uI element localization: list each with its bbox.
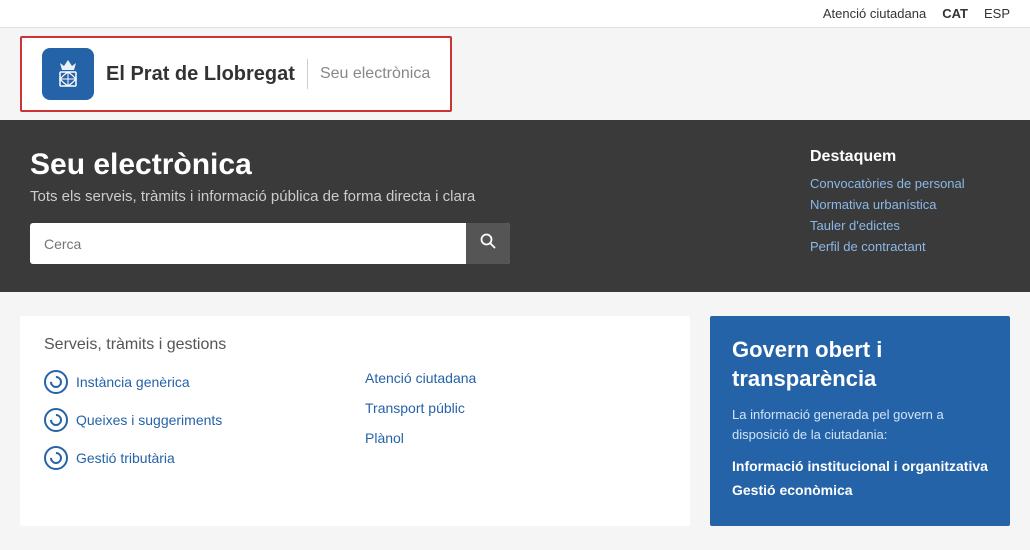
search-bar	[30, 223, 510, 264]
govern-link-0[interactable]: Informació institucional i organitzativa	[732, 458, 988, 474]
services-box: Serveis, tràmits i gestions Instància ge…	[20, 316, 690, 526]
city-name: El Prat de Llobregat	[106, 63, 295, 86]
circle-arrow-icon-0	[44, 370, 68, 394]
govern-box: Govern obert i transparència La informac…	[710, 316, 1010, 526]
service-item-2: Gestió tributària	[44, 446, 345, 470]
search-input[interactable]	[30, 226, 466, 262]
top-navigation: Atenció ciutadana CAT ESP	[0, 0, 1030, 28]
lang-esp[interactable]: ESP	[984, 6, 1010, 21]
service-link-1[interactable]: Queixes i suggeriments	[76, 412, 222, 428]
services-heading: Serveis, tràmits i gestions	[44, 336, 666, 354]
seu-label: Seu electrònica	[320, 65, 430, 83]
destaquem-link-2[interactable]: Tauler d'edictes	[810, 218, 1000, 233]
service-link-2[interactable]: Gestió tributària	[76, 450, 175, 466]
circle-arrow-icon-1	[44, 408, 68, 432]
logo-divider	[307, 59, 308, 89]
hero-subtitle: Tots els serveis, tràmits i informació p…	[30, 188, 780, 205]
search-button[interactable]	[466, 223, 510, 264]
services-left-col: Instància genèrica Queixes i suggeriment…	[44, 370, 345, 484]
govern-link-1[interactable]: Gestió econòmica	[732, 482, 988, 498]
hero-left: Seu electrònica Tots els serveis, tràmit…	[30, 148, 780, 264]
right-link-1[interactable]: Transport públic	[365, 400, 666, 416]
search-icon	[480, 233, 496, 249]
right-link-2[interactable]: Plànol	[365, 430, 666, 446]
right-link-0[interactable]: Atenció ciutadana	[365, 370, 666, 386]
destaquem-link-3[interactable]: Perfil de contractant	[810, 239, 1000, 254]
header-logo-bar: El Prat de Llobregat Seu electrònica	[20, 36, 452, 112]
govern-title: Govern obert i transparència	[732, 336, 988, 393]
service-item-1: Queixes i suggeriments	[44, 408, 345, 432]
service-link-0[interactable]: Instància genèrica	[76, 374, 190, 390]
govern-description: La informació generada pel govern a disp…	[732, 405, 988, 444]
city-logo-icon	[42, 48, 94, 100]
circle-arrow-icon-2	[44, 446, 68, 470]
destaquem-heading: Destaquem	[810, 148, 1000, 166]
atencio-ciutadana-link[interactable]: Atenció ciutadana	[823, 6, 926, 21]
hero-section: Seu electrònica Tots els serveis, tràmit…	[0, 120, 1030, 292]
destaquem-link-1[interactable]: Normativa urbanística	[810, 197, 1000, 212]
destaquem-panel: Destaquem Convocatòries de personal Norm…	[780, 148, 1000, 260]
main-content: Serveis, tràmits i gestions Instància ge…	[0, 292, 1030, 550]
services-grid: Instància genèrica Queixes i suggeriment…	[44, 370, 666, 484]
service-item-0: Instància genèrica	[44, 370, 345, 394]
lang-cat[interactable]: CAT	[942, 6, 968, 21]
destaquem-link-0[interactable]: Convocatòries de personal	[810, 176, 1000, 191]
services-right-col: Atenció ciutadana Transport públic Plàno…	[365, 370, 666, 484]
hero-title: Seu electrònica	[30, 148, 780, 182]
